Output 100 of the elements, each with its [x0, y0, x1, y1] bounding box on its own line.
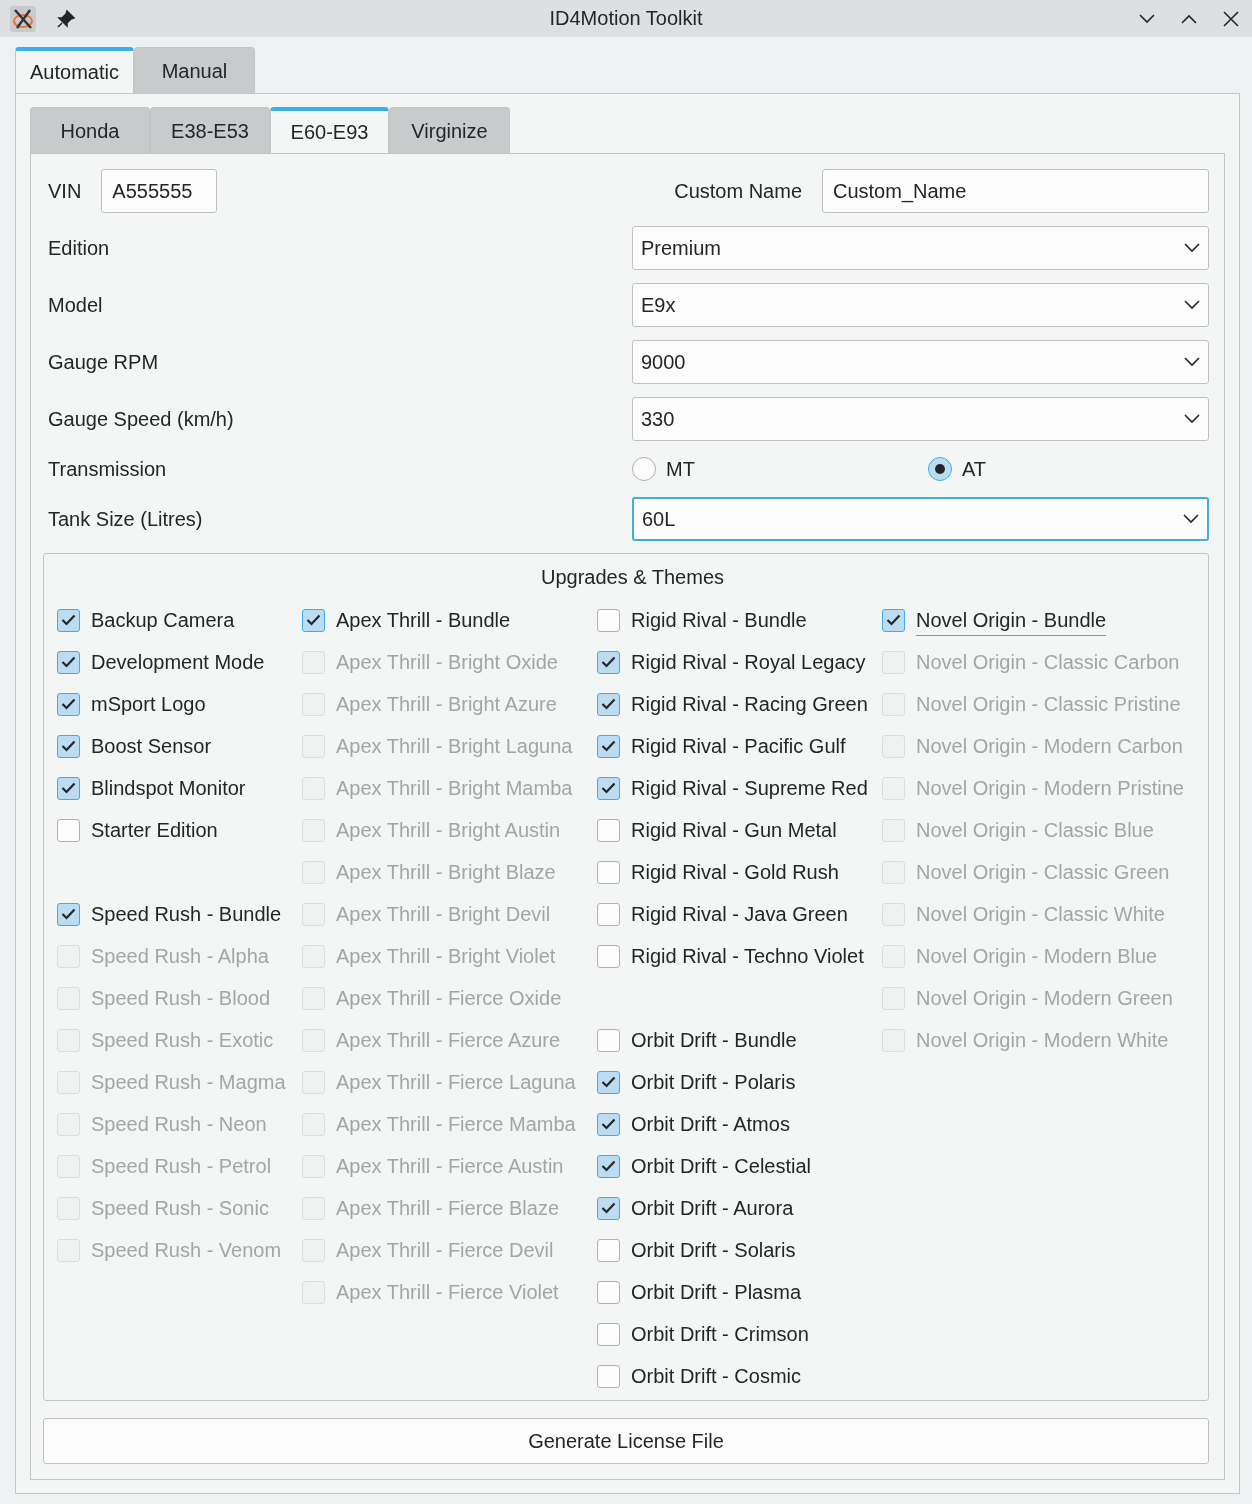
- app-logo-icon: [10, 5, 36, 32]
- chevron-up-icon: [1181, 13, 1197, 24]
- checkbox-label[interactable]: Orbit Drift - Cosmic: [631, 1361, 801, 1391]
- checkbox[interactable]: [57, 818, 80, 842]
- checkbox-label: Speed Rush - Exotic: [91, 1028, 274, 1053]
- checkbox[interactable]: [597, 1280, 620, 1304]
- checkbox-label: Novel Origin - Modern Carbon: [916, 734, 1183, 759]
- checkbox-label[interactable]: Backup Camera: [91, 605, 235, 635]
- tab[interactable]: Manual: [134, 47, 255, 93]
- checkbox-label[interactable]: Orbit Drift - Plasma: [631, 1277, 802, 1307]
- checkbox[interactable]: [597, 944, 620, 968]
- checkbox-label[interactable]: Rigid Rival - Pacific Gulf: [631, 731, 846, 761]
- checkmark-icon: [601, 1160, 616, 1172]
- radio-label[interactable]: AT: [962, 454, 987, 484]
- checkbox[interactable]: [57, 650, 80, 674]
- dropdown[interactable]: Premium: [632, 226, 1209, 270]
- tab[interactable]: E60-E93: [270, 107, 389, 153]
- checkmark-icon: [601, 1076, 616, 1088]
- checkbox[interactable]: [597, 1364, 620, 1388]
- checkbox[interactable]: [597, 650, 620, 674]
- tab[interactable]: Automatic: [15, 47, 134, 93]
- checkmark-icon: [61, 656, 76, 668]
- checkbox[interactable]: [57, 776, 80, 800]
- checkbox-label: Novel Origin - Modern Pristine: [916, 776, 1184, 801]
- custom-name-field[interactable]: Custom_Name: [822, 169, 1209, 213]
- checkbox-label[interactable]: Rigid Rival - Gun Metal: [631, 815, 837, 845]
- checkbox[interactable]: [597, 1028, 620, 1052]
- field-label: Gauge RPM: [48, 350, 159, 375]
- checkbox[interactable]: [597, 1322, 620, 1346]
- checkbox[interactable]: [57, 608, 80, 632]
- checkbox-label: Apex Thrill - Fierce Blaze: [336, 1196, 560, 1221]
- vin-field[interactable]: A555555: [101, 169, 218, 213]
- checkbox[interactable]: [302, 608, 325, 632]
- checkbox-label: Apex Thrill - Fierce Laguna: [336, 1070, 576, 1095]
- tab[interactable]: E38-E53: [150, 107, 270, 153]
- checkbox[interactable]: [597, 1196, 620, 1220]
- generate-license-button[interactable]: Generate License File: [43, 1418, 1209, 1464]
- checkbox-label[interactable]: Orbit Drift - Atmos: [631, 1109, 790, 1139]
- checkbox[interactable]: [57, 692, 80, 716]
- checkbox[interactable]: [597, 860, 620, 884]
- dropdown[interactable]: 9000: [632, 340, 1209, 384]
- checkbox-label[interactable]: Speed Rush - Bundle: [91, 899, 282, 929]
- checkbox-label[interactable]: Apex Thrill - Bundle: [336, 605, 511, 635]
- checkbox[interactable]: [597, 734, 620, 758]
- dropdown[interactable]: E9x: [632, 283, 1209, 327]
- checkbox-label[interactable]: Rigid Rival - Techno Violet: [631, 941, 864, 971]
- checkbox-label[interactable]: Orbit Drift - Celestial: [631, 1151, 812, 1181]
- checkmark-icon: [601, 782, 616, 794]
- checkbox-label[interactable]: Orbit Drift - Solaris: [631, 1235, 796, 1265]
- checkbox-label[interactable]: Rigid Rival - Bundle: [631, 605, 807, 635]
- radio-button[interactable]: [928, 457, 952, 481]
- checkbox-label: Apex Thrill - Fierce Austin: [336, 1154, 564, 1179]
- checkbox[interactable]: [882, 608, 905, 632]
- checkbox[interactable]: [597, 608, 620, 632]
- checkbox-label[interactable]: Orbit Drift - Crimson: [631, 1319, 809, 1349]
- checkbox-label[interactable]: Orbit Drift - Aurora: [631, 1193, 794, 1223]
- checkbox-label[interactable]: Boost Sensor: [91, 731, 212, 761]
- checkbox-label: Apex Thrill - Bright Mamba: [336, 776, 573, 801]
- checkbox[interactable]: [597, 902, 620, 926]
- checkbox-label: Speed Rush - Sonic: [91, 1196, 269, 1221]
- checkbox-label[interactable]: Rigid Rival - Java Green: [631, 899, 848, 929]
- tab[interactable]: Honda: [30, 107, 150, 153]
- dropdown[interactable]: 330: [632, 397, 1209, 441]
- checkbox-label[interactable]: Rigid Rival - Racing Green: [631, 689, 868, 719]
- checkbox-label[interactable]: Rigid Rival - Royal Legacy: [631, 647, 866, 677]
- chevron-down-icon: [1184, 357, 1200, 367]
- checkbox[interactable]: [597, 1112, 620, 1136]
- checkbox-label[interactable]: Starter Edition: [91, 815, 218, 845]
- checkbox[interactable]: [597, 1154, 620, 1178]
- checkbox[interactable]: [57, 902, 80, 926]
- checkbox[interactable]: [597, 1070, 620, 1094]
- checkbox-label[interactable]: Blindspot Monitor: [91, 773, 246, 803]
- chevron-down-icon: [1184, 414, 1200, 424]
- checkbox-label[interactable]: Orbit Drift - Polaris: [631, 1067, 796, 1097]
- checkbox-label[interactable]: Rigid Rival - Gold Rush: [631, 857, 839, 887]
- chevron-down-icon: [1183, 514, 1199, 524]
- dropdown[interactable]: 60L: [632, 497, 1209, 541]
- chevron-down-icon: [1139, 13, 1155, 24]
- checkbox[interactable]: [57, 734, 80, 758]
- checkbox-label: Apex Thrill - Bright Austin: [336, 818, 561, 843]
- group-title: Upgrades & Themes: [540, 564, 725, 590]
- checkbox[interactable]: [597, 692, 620, 716]
- checkbox-label[interactable]: Orbit Drift - Bundle: [631, 1025, 797, 1055]
- checkbox[interactable]: [597, 818, 620, 842]
- checkbox-label[interactable]: Novel Origin - Bundle: [916, 604, 1107, 636]
- checkbox-label[interactable]: Development Mode: [91, 647, 265, 677]
- checkbox-label: Apex Thrill - Bright Violet: [336, 944, 556, 969]
- checkbox-label[interactable]: mSport Logo: [91, 689, 206, 719]
- tab[interactable]: Virginize: [389, 107, 510, 153]
- checkbox-label: Speed Rush - Blood: [91, 986, 270, 1011]
- pin-icon[interactable]: [56, 8, 76, 29]
- checkmark-icon: [61, 782, 76, 794]
- checkbox-label: Apex Thrill - Fierce Mamba: [336, 1112, 576, 1137]
- radio-button[interactable]: [632, 457, 656, 481]
- checkbox-label: Novel Origin - Classic Pristine: [916, 692, 1181, 717]
- checkbox[interactable]: [597, 1238, 620, 1262]
- checkbox[interactable]: [597, 776, 620, 800]
- checkbox-label[interactable]: Rigid Rival - Supreme Red: [631, 773, 868, 803]
- chevron-down-icon: [1184, 300, 1200, 310]
- radio-label[interactable]: MT: [666, 454, 695, 484]
